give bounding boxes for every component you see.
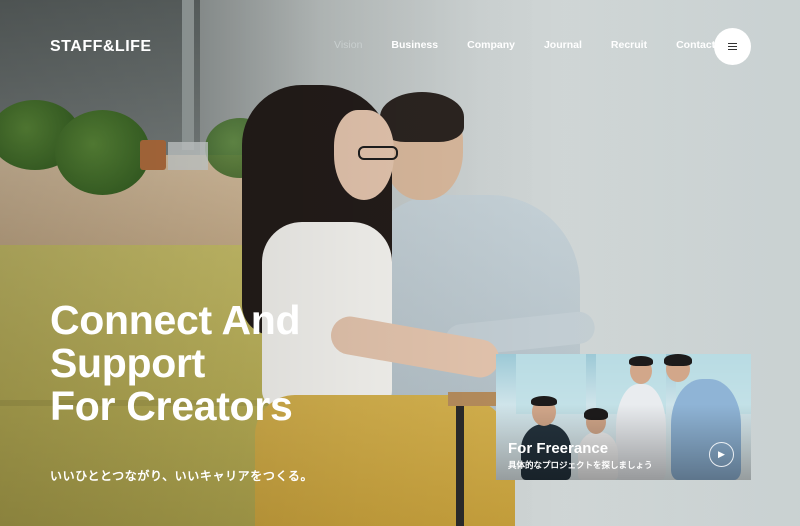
nav-item-business[interactable]: Business [391,39,438,51]
menu-button[interactable] [714,28,751,65]
hero-headline: Connect And Support For Creators [50,297,301,429]
nav-item-vision[interactable]: Vision [334,39,362,51]
card-title: For Freerance [508,440,609,457]
nav-item-journal[interactable]: Journal [544,39,582,51]
main-nav: Vision Business Company Journal Recruit … [334,39,715,51]
hamburger-icon [728,43,737,51]
card-subtitle: 具体的なプロジェクトを探しましょう [508,460,653,470]
nav-item-company[interactable]: Company [467,39,515,51]
headline-line: Support [50,340,206,386]
nav-item-contact[interactable]: Contact [676,39,715,51]
site-logo[interactable]: STAFF&LIFE [50,38,152,56]
chevron-right-icon[interactable]: ▶ [709,442,734,467]
nav-item-recruit[interactable]: Recruit [611,39,647,51]
headline-line: Connect And [50,297,301,343]
hero-tagline: いいひととつながり、いいキャリアをつくる。 [50,469,314,483]
headline-line: For Creators [50,383,293,429]
